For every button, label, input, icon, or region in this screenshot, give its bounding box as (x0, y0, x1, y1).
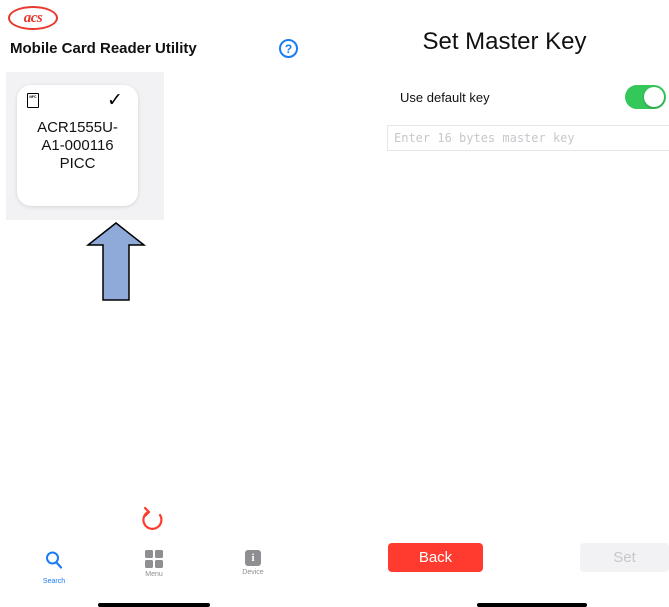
home-indicator (477, 603, 587, 607)
use-default-key-label: Use default key (400, 90, 490, 105)
up-arrow-annotation-icon (86, 222, 146, 301)
search-icon (46, 551, 63, 569)
app-title: Mobile Card Reader Utility (10, 40, 197, 57)
mobile-card-reader-screen: acs Mobile Card Reader Utility ? NFC ✓ A… (0, 0, 330, 607)
tab-search[interactable]: Search (24, 545, 84, 585)
checkmark-icon: ✓ (107, 90, 123, 111)
master-key-input[interactable] (387, 125, 669, 151)
tab-device-label: Device (242, 569, 264, 576)
device-name-line-2: A1-000116 (41, 137, 114, 154)
help-icon[interactable]: ? (279, 39, 298, 58)
info-icon: i (245, 550, 261, 566)
set-button[interactable]: Set (580, 543, 669, 572)
acs-logo: acs (8, 6, 58, 30)
device-name-line-3: PICC (59, 155, 96, 172)
tab-bar: Search Menu i Device (0, 545, 330, 590)
device-name: ACR1555U- A1-000116 PICC (17, 119, 138, 173)
device-list: NFC ✓ ACR1555U- A1-000116 PICC (6, 72, 164, 220)
page-title: Set Master Key (422, 28, 587, 55)
toggle-knob (644, 87, 664, 107)
tab-search-label: Search (42, 578, 66, 585)
use-default-key-row: Use default key (400, 84, 669, 112)
tab-menu-label: Menu (145, 571, 163, 578)
nfc-card-icon: NFC (27, 93, 39, 108)
tab-menu[interactable]: Menu (124, 545, 184, 578)
use-default-key-toggle[interactable] (625, 85, 666, 109)
grid-icon (145, 550, 163, 568)
tab-device[interactable]: i Device (223, 545, 283, 576)
set-master-key-screen: Set Master Key Use default key Back Set (340, 0, 669, 607)
acs-logo-text: acs (23, 9, 43, 26)
home-indicator (98, 603, 210, 607)
device-name-line-1: ACR1555U- (37, 119, 118, 136)
device-card[interactable]: NFC ✓ ACR1555U- A1-000116 PICC (17, 85, 138, 206)
back-button[interactable]: Back (388, 543, 483, 572)
refresh-icon[interactable] (140, 506, 166, 534)
